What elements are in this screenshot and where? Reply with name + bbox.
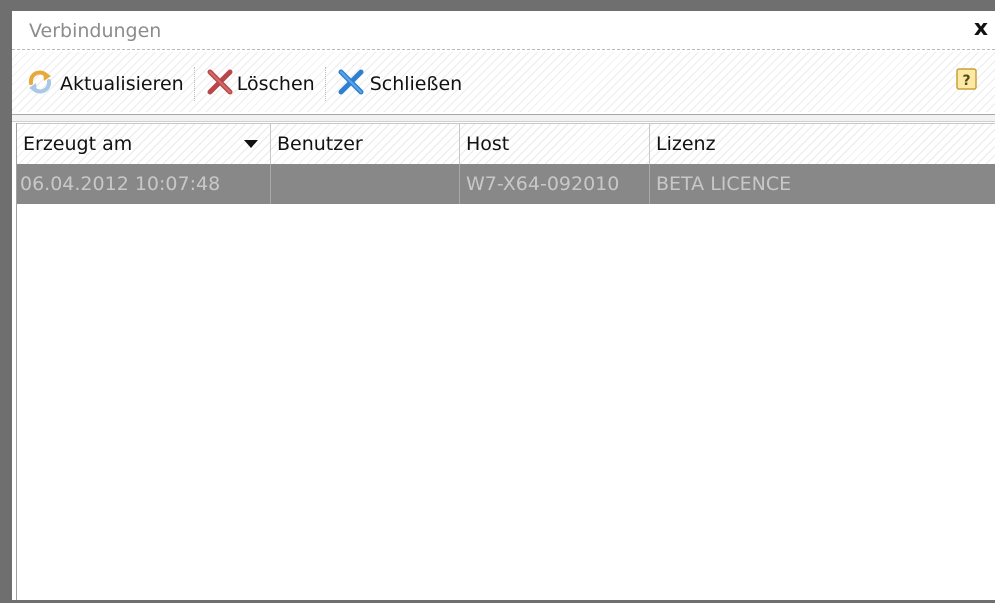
refresh-icon [26,68,54,100]
column-header-license[interactable]: Lizenz [650,124,995,164]
column-header-created[interactable]: Erzeugt am [17,124,271,164]
close-connection-button[interactable]: Schließen [330,62,469,106]
window-title: Verbindungen [29,20,162,42]
toolbar: Aktualisieren Löschen Schließen ? [12,52,995,112]
toolbar-separator [193,67,195,101]
sort-descending-icon [244,140,258,148]
connections-table: Erzeugt am Benutzer Host Lizenz 06.04.20… [16,123,995,600]
cell-host: W7-X64-092010 [460,164,650,204]
connections-window: Verbindungen x Aktualisieren Löschen Sch… [12,11,995,600]
svg-text:?: ? [962,73,970,89]
table-header: Erzeugt am Benutzer Host Lizenz [17,123,995,165]
column-header-license-label: Lizenz [656,133,716,155]
help-icon[interactable]: ? [955,67,979,93]
column-header-host-label: Host [466,133,510,155]
cell-user [271,164,460,204]
table-row[interactable]: 06.04.2012 10:07:48 W7-X64-092010 BETA L… [17,164,995,204]
column-header-host[interactable]: Host [460,124,650,164]
cell-license: BETA LICENCE [656,173,792,195]
delete-button-label: Löschen [236,73,315,95]
close-connection-button-label: Schließen [369,73,463,95]
delete-icon [205,68,235,100]
toolbar-separator [324,67,326,101]
column-header-user[interactable]: Benutzer [271,124,460,164]
column-header-created-label: Erzeugt am [23,133,133,155]
column-header-user-label: Benutzer [277,133,363,155]
refresh-button[interactable]: Aktualisieren [12,62,190,106]
toolbar-divider [12,114,995,122]
delete-button[interactable]: Löschen [199,62,321,106]
title-bar: Verbindungen x [12,11,995,50]
close-connection-icon [336,68,366,100]
cell-created: 06.04.2012 10:07:48 [17,164,271,204]
refresh-button-label: Aktualisieren [60,73,184,95]
close-icon[interactable]: x [970,16,992,42]
